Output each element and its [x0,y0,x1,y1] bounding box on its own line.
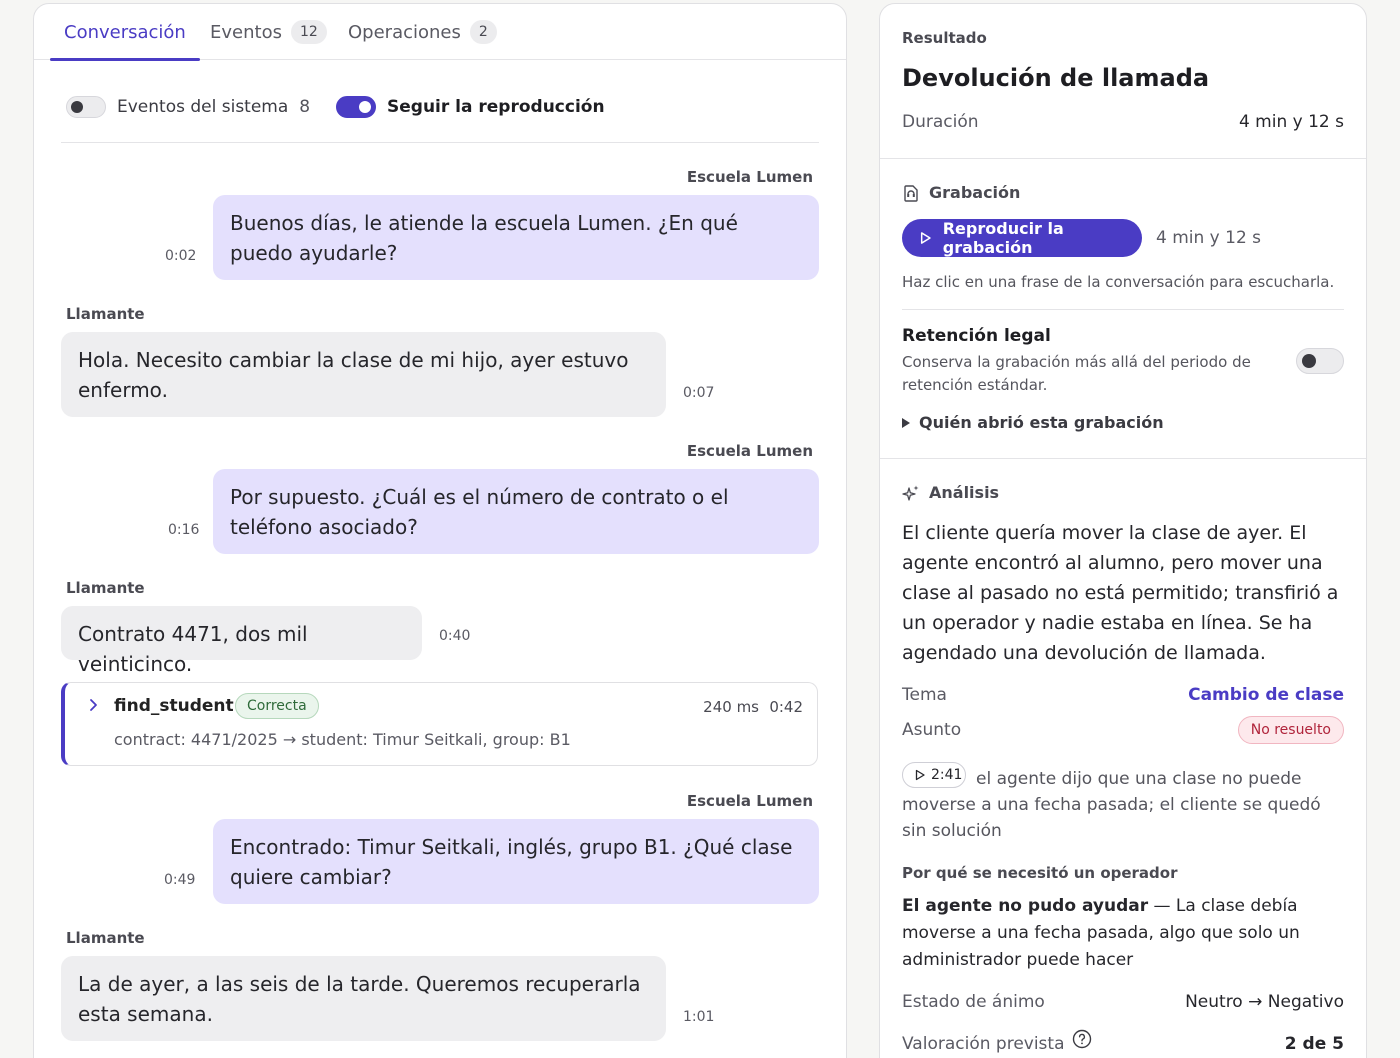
topic-link[interactable]: Cambio de clase [1188,685,1344,705]
message-time: 1:01 [683,1009,715,1025]
details-panel: Resultado Devolución de llamada Duración… [879,3,1367,1058]
tab-conversation-label: Conversación [64,21,186,43]
play-icon [915,769,925,781]
operator-reason-title: Por qué se necesitó un operador [902,864,1178,882]
switch-knob [1302,354,1316,368]
tool-status-badge: Correcta [235,693,319,719]
mood-value: Neutro → Negativo [1185,992,1344,1012]
retention-switch[interactable] [1296,348,1344,374]
play-recording-button[interactable]: Reproducir la grabación [902,219,1142,257]
tab-events-label: Eventos [210,21,282,43]
who-opened-disclosure[interactable]: Quién abrió esta grabación [902,413,1164,432]
recording-label: Grabación [929,183,1021,202]
play-icon [920,232,931,244]
recording-length: 4 min y 12 s [1156,228,1262,248]
follow-playback-toggle-row: Seguir la reproducción [336,92,605,122]
chevron-right-icon[interactable] [85,697,101,713]
caller-message-bubble[interactable]: Hola. Necesito cambiar la clase de mi hi… [61,332,666,417]
caller-message-bubble[interactable]: La de ayer, a las seis de la tarde. Quer… [61,956,666,1041]
analysis-header: Análisis [902,483,999,502]
timestamp-chip[interactable]: 2:41 [902,762,966,788]
message-time: 0:49 [164,872,196,888]
who-opened-label: Quién abrió esta grabación [919,413,1164,432]
tab-events[interactable]: Eventos 12 [210,4,327,60]
system-events-toggle-row: Eventos del sistema 8 [66,92,310,122]
tab-operations[interactable]: Operaciones 2 [348,4,497,60]
tool-call-card[interactable]: find_student Correcta 240 ms 0:42 contra… [61,682,818,766]
follow-playback-label: Seguir la reproducción [387,97,605,117]
follow-playback-switch[interactable] [336,96,376,118]
tab-bar: Conversación Eventos 12 Operaciones 2 [34,4,846,61]
agent-message-bubble[interactable]: Buenos días, le atiende la escuela Lumen… [213,195,819,280]
tab-events-count: 12 [290,20,327,44]
recording-icon [904,184,918,202]
tab-operations-label: Operaciones [348,21,461,43]
caller-message-bubble[interactable]: Contrato 4471, dos mil veinticinco. [61,606,422,676]
duration-label: Duración [902,112,979,132]
result-section: Resultado Devolución de llamada Duración… [880,4,1366,159]
operator-reason-bold: El agente no pudo ayudar [902,896,1149,916]
tool-name: find_student [114,696,234,716]
sparkles-icon [902,485,919,501]
message-speaker: Llamante [66,579,145,597]
conversation-panel: Conversación Eventos 12 Operaciones 2 Ev… [33,3,847,1058]
help-icon[interactable] [1072,1029,1092,1049]
retention-description: Conserva la grabación más allá del perio… [902,353,1251,394]
tool-time: 0:42 [769,698,803,716]
message-speaker: Escuela Lumen [686,792,813,810]
recording-header: Grabación [902,183,1020,202]
message-time: 0:02 [165,248,197,264]
result-title: Devolución de llamada [902,64,1210,92]
disclosure-triangle-icon [902,417,910,428]
topic-label: Tema [902,685,947,705]
result-label: Resultado [902,29,987,47]
message-time: 0:07 [683,385,715,401]
tab-operations-count: 2 [469,20,497,44]
subject-status-badge: No resuelto [1237,716,1344,744]
tab-conversation[interactable]: Conversación [50,4,200,61]
system-events-count: 8 [299,97,311,117]
divider [61,142,819,143]
system-events-switch[interactable] [66,96,106,118]
message-time: 0:40 [439,628,471,644]
rating-label: Valoración prevista [902,1034,1065,1054]
message-speaker: Llamante [66,305,145,323]
system-events-label: Eventos del sistema [117,97,289,117]
analysis-summary: El cliente quería mover la clase de ayer… [902,522,1339,664]
message-speaker: Escuela Lumen [686,168,813,186]
mood-label: Estado de ánimo [902,992,1045,1012]
analysis-label: Análisis [929,483,1000,502]
switch-knob [71,101,83,113]
tool-duration: 240 ms [703,698,759,716]
recording-hint: Haz clic en una frase de la conversación… [902,273,1335,291]
message-time: 0:16 [168,522,200,538]
duration-value: 4 min y 12 s [1238,112,1344,132]
timestamp-note: el agente dijo que una clase no puede mo… [902,769,1321,841]
retention-title: Retención legal [902,326,1051,346]
tool-detail: contract: 4471/2025 → student: Timur Sei… [114,730,571,749]
play-recording-label: Reproducir la grabación [942,219,1064,257]
agent-message-bubble[interactable]: Por supuesto. ¿Cuál es el número de cont… [213,469,819,554]
divider [902,309,1344,310]
timestamp-value: 2:41 [931,767,963,783]
subject-label: Asunto [902,720,962,740]
message-speaker: Llamante [66,929,145,947]
rating-value: 2 de 5 [1284,1034,1344,1054]
switch-knob [359,101,371,113]
operator-reason: El agente no pudo ayudar — La clase debí… [902,893,1348,974]
message-speaker: Escuela Lumen [686,442,813,460]
agent-message-bubble[interactable]: Encontrado: Timur Seitkali, inglés, grup… [213,819,819,904]
